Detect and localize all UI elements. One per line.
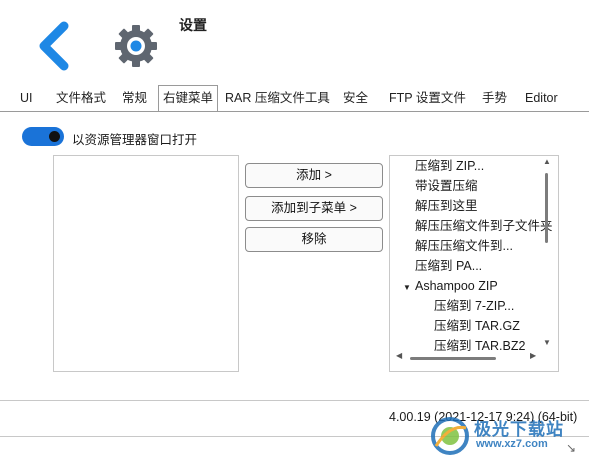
tab-context-menu[interactable]: 右键菜单 [158, 85, 219, 111]
list-item[interactable]: 压缩到 7-ZIP... [434, 296, 514, 316]
watermark-logo-icon [431, 417, 469, 455]
tab-gestures[interactable]: 手势 [482, 86, 507, 110]
watermark-name: 极光下载站 [474, 420, 564, 439]
page-title: 设置 [179, 17, 207, 33]
tab-divider [0, 111, 589, 112]
watermark-url: www.xz7.com [476, 438, 548, 450]
scrollbar-thumb[interactable] [410, 357, 496, 360]
scroll-up-icon[interactable]: ▲ [543, 157, 551, 166]
vertical-scrollbar[interactable]: ▲ ▼ [540, 157, 554, 352]
expand-arrow-icon[interactable]: ▼ [403, 283, 411, 292]
back-button[interactable] [28, 16, 78, 76]
tab-editor[interactable]: Editor [525, 86, 558, 110]
tab-ui[interactable]: UI [20, 86, 33, 110]
toggle-knob [49, 131, 60, 142]
list-item[interactable]: 带设置压缩 [415, 176, 478, 196]
gear-icon [112, 22, 160, 70]
list-item[interactable]: 压缩到 TAR.GZ [434, 316, 520, 336]
list-item[interactable]: 压缩到 PA... [415, 256, 482, 276]
selected-menu-list[interactable] [53, 155, 239, 372]
tree-group-item[interactable]: Ashampoo ZIP [415, 276, 498, 296]
horizontal-scrollbar[interactable]: ◀ ▶ [392, 351, 540, 365]
tab-file-formats[interactable]: 文件格式 [56, 86, 106, 110]
scroll-left-icon[interactable]: ◀ [396, 351, 402, 360]
resize-grip-icon[interactable]: ↘ [566, 441, 576, 455]
status-divider [0, 400, 589, 401]
add-button[interactable]: 添加 > [245, 163, 383, 188]
watermark: 极光下载站 www.xz7.com [430, 412, 585, 460]
add-to-submenu-button[interactable]: 添加到子菜单 > [245, 196, 383, 221]
remove-button[interactable]: 移除 [245, 227, 383, 252]
available-menu-list[interactable]: 压缩到 ZIP... 带设置压缩 解压到这里 解压压缩文件到子文件夹 解压压缩文… [389, 155, 559, 372]
chevron-left-icon [39, 21, 69, 71]
list-item[interactable]: 解压到这里 [415, 196, 478, 216]
tab-general[interactable]: 常规 [122, 86, 147, 110]
list-item[interactable]: 解压压缩文件到子文件夹 [415, 216, 553, 236]
list-item[interactable]: 压缩到 ZIP... [415, 156, 484, 176]
toggle-label: 以资源管理器窗口打开 [72, 133, 198, 147]
tab-rar-tools[interactable]: RAR 压缩文件工具 [225, 86, 330, 110]
scrollbar-thumb[interactable] [545, 173, 548, 243]
list-item[interactable]: 解压压缩文件到... [415, 236, 513, 256]
scroll-down-icon[interactable]: ▼ [543, 338, 551, 347]
scroll-right-icon[interactable]: ▶ [530, 351, 536, 360]
explorer-window-toggle[interactable] [22, 127, 64, 146]
tab-ftp-settings[interactable]: FTP 设置文件 [389, 86, 466, 110]
tab-bar: UI 文件格式 常规 右键菜单 RAR 压缩文件工具 安全 FTP 设置文件 手… [0, 85, 589, 112]
tab-security[interactable]: 安全 [343, 86, 368, 110]
